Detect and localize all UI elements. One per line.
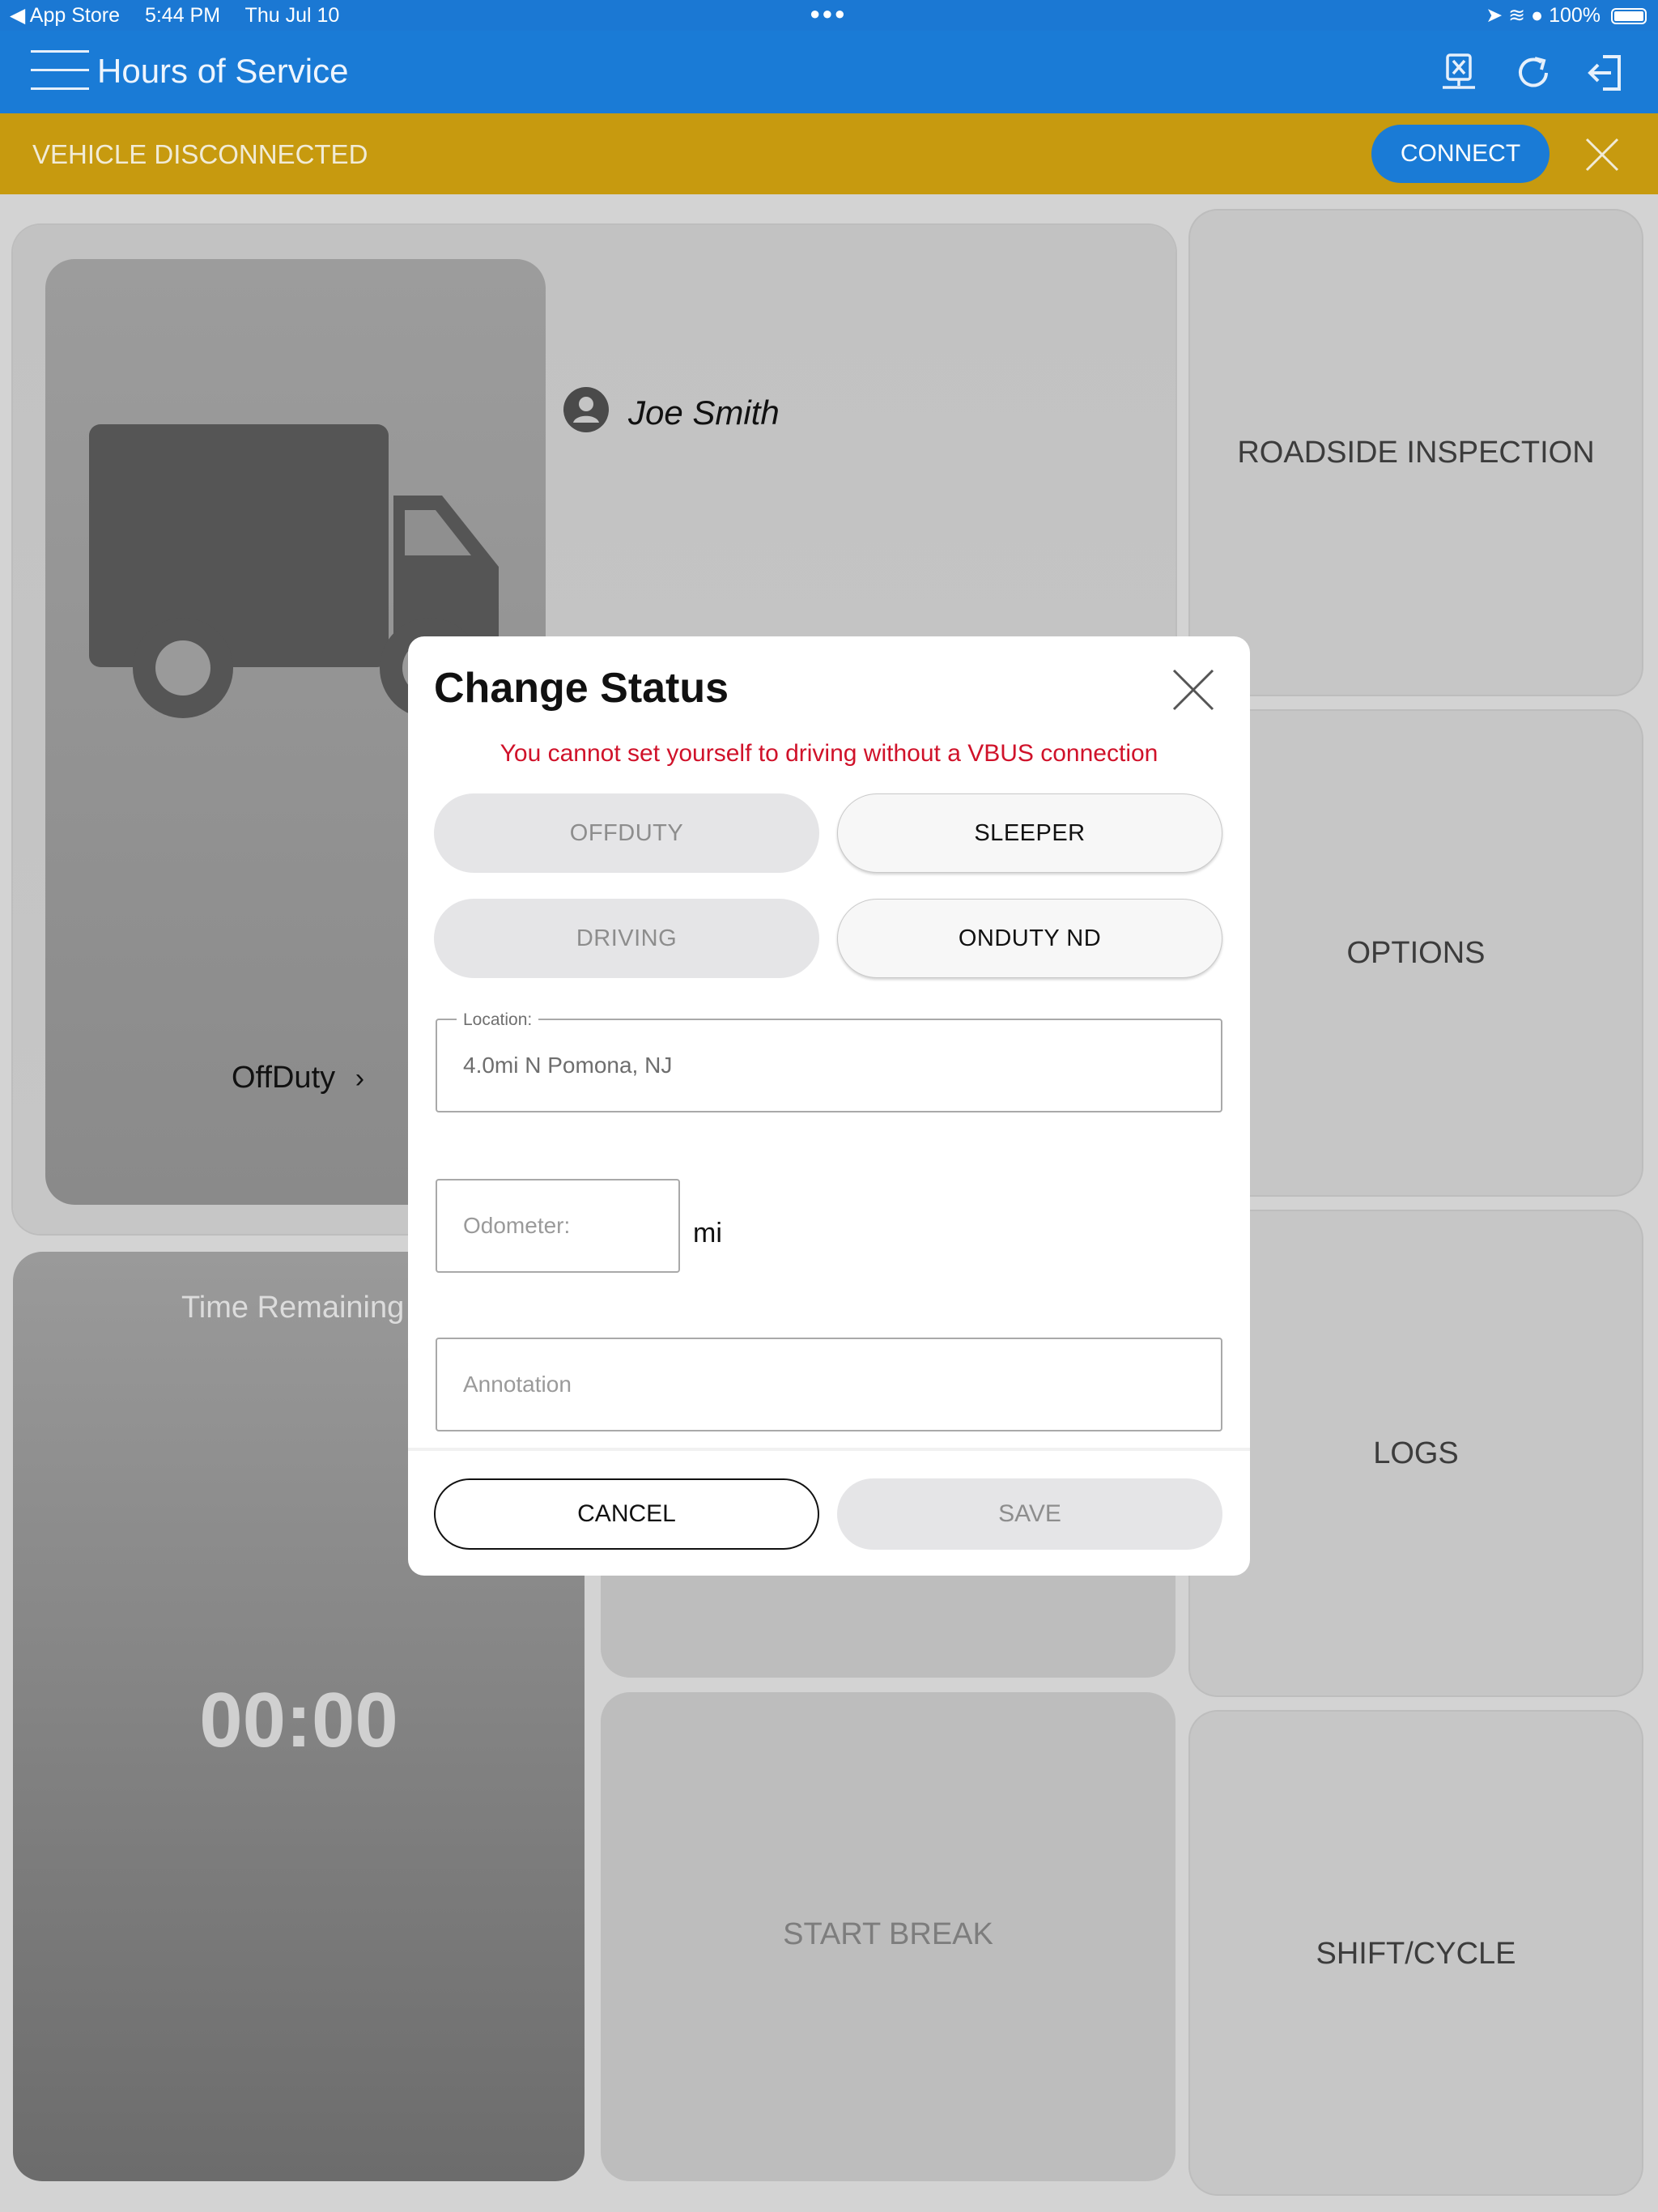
save-button[interactable]: SAVE <box>837 1478 1222 1550</box>
menu-icon[interactable] <box>31 50 89 96</box>
offduty-status-button[interactable]: OFFDUTY <box>434 793 819 873</box>
location-field[interactable]: Location: 4.0mi N Pomona, NJ <box>436 1010 1222 1112</box>
odometer-unit: mi <box>693 1218 722 1249</box>
start-break-label: START BREAK <box>783 1917 993 1951</box>
close-icon[interactable] <box>1171 667 1216 713</box>
vehicle-disconnected-banner: VEHICLE DISCONNECTED CONNECT <box>0 113 1658 194</box>
wifi-icon: ≋ <box>1508 4 1526 27</box>
change-status-dialog: Change Status You cannot set yourself to… <box>408 636 1250 1576</box>
logs-label: LOGS <box>1373 1436 1459 1470</box>
status-bar-right: ➤ ≋ ● 100% <box>1486 3 1647 28</box>
onduty-nd-status-button[interactable]: ONDUTY ND <box>837 899 1222 978</box>
banner-close-icon[interactable] <box>1584 136 1621 173</box>
status-bar: ◀ App Store 5:44 PM Thu Jul 10 ●●● ➤ ≋ ●… <box>0 0 1658 31</box>
time-remaining-label: Time Remaining <box>181 1291 405 1325</box>
vehicle-disconnected-icon[interactable] <box>1436 50 1482 96</box>
back-to-app-store-link[interactable]: ◀ App Store <box>10 4 120 27</box>
logout-icon[interactable] <box>1584 50 1629 96</box>
current-status-label: OffDuty <box>232 1061 336 1095</box>
banner-message: VEHICLE DISCONNECTED <box>32 139 368 169</box>
odometer-input[interactable]: Odometer: <box>436 1179 680 1273</box>
current-status-link[interactable]: OffDuty › <box>232 1061 364 1095</box>
annotation-placeholder: Annotation <box>463 1372 572 1397</box>
driving-status-button[interactable]: DRIVING <box>434 899 819 978</box>
refresh-icon[interactable] <box>1511 50 1556 96</box>
start-break-button[interactable]: START BREAK <box>602 1694 1174 2180</box>
location-value: 4.0mi N Pomona, NJ <box>463 1053 673 1078</box>
sleeper-status-button[interactable]: SLEEPER <box>837 793 1222 873</box>
shift-cycle-button[interactable]: SHIFT/CYCLE <box>1190 1712 1642 2194</box>
battery-icon <box>1611 8 1647 25</box>
app-title: Hours of Service <box>97 52 349 90</box>
chevron-right-icon: › <box>355 1063 365 1094</box>
status-date: Thu Jul 10 <box>244 4 340 27</box>
shift-cycle-label: SHIFT/CYCLE <box>1316 1937 1516 1971</box>
roadside-inspection-button[interactable]: ROADSIDE INSPECTION <box>1190 211 1642 695</box>
user-icon: ● <box>1531 4 1544 27</box>
driver-name: Joe Smith <box>628 393 780 432</box>
connect-button[interactable]: CONNECT <box>1371 125 1550 183</box>
status-bar-left: ◀ App Store 5:44 PM Thu Jul 10 <box>10 3 359 28</box>
status-time: 5:44 PM <box>144 4 221 27</box>
odometer-placeholder: Odometer: <box>463 1213 571 1238</box>
logs-button[interactable]: LOGS <box>1190 1211 1642 1695</box>
multitasking-dots-icon[interactable]: ●●● <box>810 3 847 24</box>
annotation-input[interactable]: Annotation <box>436 1338 1222 1431</box>
driver-avatar-icon <box>563 387 609 432</box>
dialog-title: Change Status <box>434 665 729 712</box>
roadside-inspection-label: ROADSIDE INSPECTION <box>1237 436 1595 470</box>
cancel-button[interactable]: CANCEL <box>434 1478 819 1550</box>
vbus-error-message: You cannot set yourself to driving witho… <box>500 740 1158 767</box>
battery-percent: 100% <box>1549 4 1601 27</box>
dialog-divider <box>408 1448 1250 1451</box>
location-legend: Location: <box>457 1010 539 1030</box>
app-bar: Hours of Service <box>0 31 1658 113</box>
options-button[interactable]: OPTIONS <box>1190 711 1642 1195</box>
location-arrow-icon: ➤ <box>1486 4 1503 27</box>
options-label: OPTIONS <box>1346 936 1486 970</box>
time-remaining-value: 00:00 <box>199 1677 398 1763</box>
